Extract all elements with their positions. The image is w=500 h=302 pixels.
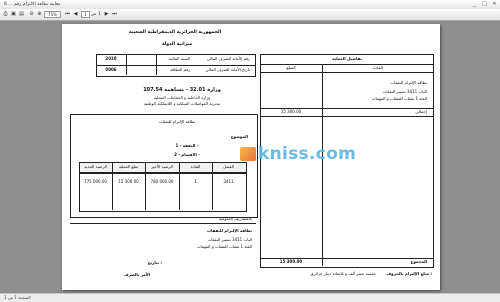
meta-col-divider xyxy=(156,54,157,75)
right-entry-title: بطاقة الإلتزام للنفقات xyxy=(390,80,427,85)
right-header-amount: المبلغ xyxy=(286,65,296,70)
table-col-divider xyxy=(179,162,180,210)
table-cell: 775 000.00 xyxy=(84,179,107,184)
table-cell: 15 300.00 xyxy=(118,179,139,184)
section-line: الاقسام - 2 - xyxy=(174,152,200,157)
right-row-label: إجمالي xyxy=(415,109,427,114)
right-entry-line: الفئة 1 نفقات للنفقات و المهمات xyxy=(371,96,427,101)
close-button[interactable]: ✕ xyxy=(490,1,499,7)
preview-toolbar: ⎙ ▣ ▤ ⊖ ⊕ 75% ⏮ ◀ 1 من 1 ▶ ⏭ xyxy=(0,9,500,21)
orderer-label: الآمر بالصرف xyxy=(123,272,151,277)
table-header-cell: الرصيد الأخير xyxy=(151,164,173,169)
total-label: المجموع xyxy=(410,259,427,264)
card-line: الباب 3411 تسيير النفقات xyxy=(207,237,252,242)
pdf-icon[interactable]: ▤ xyxy=(18,11,25,18)
last-page-icon[interactable]: ⏭ xyxy=(111,11,118,18)
amount-in-words-label: مبلغ الإلتزام بالحروف : xyxy=(386,271,432,276)
table-col-divider xyxy=(112,162,113,210)
prev-page-icon[interactable]: ◀ xyxy=(72,11,79,18)
minimize-button[interactable]: _ xyxy=(470,1,479,7)
table-col-divider xyxy=(145,162,146,210)
table-cell: 3411 xyxy=(223,179,234,184)
meta-label: رقم الأمانة للصرف المالي xyxy=(206,56,250,61)
right-header-article: المادة xyxy=(373,65,383,70)
meta-sublabel: رقم البطاقة xyxy=(170,67,190,72)
right-panel-title: تفاصيل العملية xyxy=(332,56,362,61)
next-page-icon[interactable]: ▶ xyxy=(103,11,110,18)
panel-divider xyxy=(260,72,433,73)
card-number-value: 0006 xyxy=(105,67,117,72)
table-header-cell: الرصيد الجديد xyxy=(84,164,107,169)
ministry-line: وزارة 32.01 - مساهمة 107.54 xyxy=(143,87,221,93)
page-indicator: الصفحة 1 من 1 xyxy=(4,295,31,300)
watermark-logo: kniss.com xyxy=(240,144,356,164)
table-cell: 1 xyxy=(194,179,197,184)
table-body xyxy=(79,172,247,212)
section-divider xyxy=(70,223,256,224)
maximize-button[interactable]: □ xyxy=(480,1,489,7)
card-title: بطاقة الإلتزام للنفقات xyxy=(206,228,252,233)
page-total: 1 xyxy=(98,12,101,17)
right-amount: 15 300.00 xyxy=(280,109,302,114)
panel-divider xyxy=(260,116,433,117)
print-icon[interactable]: ⎙ xyxy=(2,11,9,18)
table-header-cell: المادة xyxy=(190,164,201,169)
meta-row-divider xyxy=(96,65,255,66)
total-value: 15 300.00 xyxy=(279,259,303,264)
ministry-sub1: وزارة الداخلية و الجماعات المحلية xyxy=(153,95,211,100)
meta-label: تاريخ الأمانة للصرف المالي xyxy=(205,67,250,72)
part-line: النفقة - 1 - xyxy=(175,143,199,148)
budget-title: ميزانية الدولة xyxy=(161,42,193,47)
fiscal-year-value: 2020 xyxy=(105,56,117,61)
card-line: الفئة 1 نفقات للنفقات و المهمات xyxy=(196,244,252,249)
republic-header: الجمهورية الجزائرية الديمقراطية الشعبية xyxy=(128,30,222,35)
right-entry-line: الباب 3411 تسيير النفقات xyxy=(382,89,427,94)
page-number-input[interactable]: 1 xyxy=(81,11,90,18)
first-page-icon[interactable]: ⏮ xyxy=(64,11,71,18)
table-cell: 780 000.00 xyxy=(150,179,174,184)
page-of-label: من xyxy=(90,12,97,17)
amount-in-words-value: خمسة عشر ألف و ثلاثمائة دينار جزائري xyxy=(310,271,376,276)
window-title: معاينة بطاقة الالتزام رقم ... 6 xyxy=(4,2,61,7)
save-icon[interactable]: ▣ xyxy=(10,11,17,18)
commit-card-label: بطاقة الإلتزام للنفقات xyxy=(158,119,196,124)
ministry-sub2: مديرية المواصلات السلكية و اللاسلكية الو… xyxy=(143,101,221,106)
date-label: بتاريخ : xyxy=(147,260,162,265)
meta-col-divider xyxy=(126,54,127,75)
table-header-cell: الفصل xyxy=(223,164,234,169)
table-header-cell: مبلغ العملية xyxy=(118,164,139,169)
report-page: الجمهورية الجزائرية الديمقراطية الشعبية … xyxy=(62,24,440,290)
subject-label: الموضوع xyxy=(230,134,248,139)
meta-sublabel: السنة المالية xyxy=(169,56,190,61)
panel-col-divider xyxy=(322,64,323,266)
spending-label: بالمصاريف العمومية xyxy=(218,216,252,221)
zoom-out-icon[interactable]: ⊖ xyxy=(28,11,35,18)
zoom-in-icon[interactable]: ⊕ xyxy=(36,11,43,18)
zoom-select[interactable]: 75% xyxy=(44,11,61,18)
table-col-divider xyxy=(212,162,213,210)
